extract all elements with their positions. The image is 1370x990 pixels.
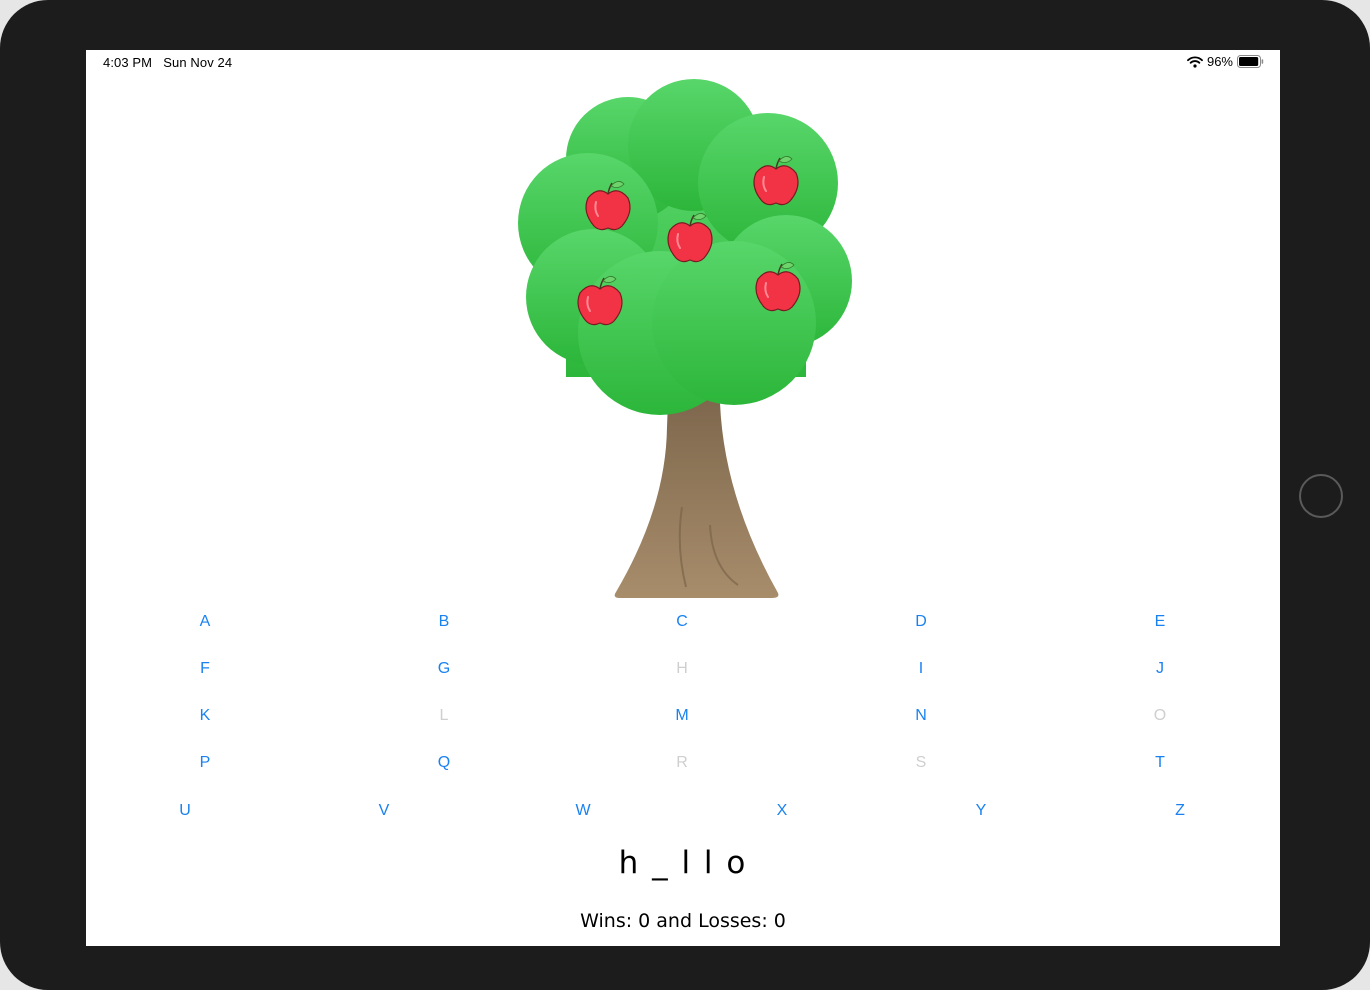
letter-button-k[interactable]: K bbox=[175, 701, 235, 731]
letter-button-r: R bbox=[652, 748, 712, 778]
letter-button-v[interactable]: V bbox=[354, 796, 414, 826]
letter-button-s: S bbox=[891, 748, 951, 778]
letter-button-f[interactable]: F bbox=[175, 654, 235, 684]
letter-button-t[interactable]: T bbox=[1130, 748, 1190, 778]
letter-button-y[interactable]: Y bbox=[951, 796, 1011, 826]
letter-button-p[interactable]: P bbox=[175, 748, 235, 778]
letter-button-b[interactable]: B bbox=[414, 607, 474, 637]
letter-button-j[interactable]: J bbox=[1130, 654, 1190, 684]
letter-button-e[interactable]: E bbox=[1130, 607, 1190, 637]
letter-button-i[interactable]: I bbox=[891, 654, 951, 684]
letter-button-c[interactable]: C bbox=[652, 607, 712, 637]
screen: 4:03 PM Sun Nov 24 96% A B C D E F G H I… bbox=[86, 50, 1280, 946]
letter-button-q[interactable]: Q bbox=[414, 748, 474, 778]
home-button[interactable] bbox=[1299, 474, 1343, 518]
letter-button-o: O bbox=[1130, 701, 1190, 731]
letter-button-m[interactable]: M bbox=[652, 701, 712, 731]
score-label: Wins: 0 and Losses: 0 bbox=[580, 910, 786, 932]
ipad-device: 4:03 PM Sun Nov 24 96% A B C D E F G H I… bbox=[0, 0, 1370, 990]
letter-button-a[interactable]: A bbox=[175, 607, 235, 637]
letter-button-z[interactable]: Z bbox=[1150, 796, 1210, 826]
letter-button-x[interactable]: X bbox=[752, 796, 812, 826]
letter-button-d[interactable]: D bbox=[891, 607, 951, 637]
letter-button-g[interactable]: G bbox=[414, 654, 474, 684]
letter-button-l: L bbox=[414, 701, 474, 731]
letter-button-u[interactable]: U bbox=[155, 796, 215, 826]
letter-button-n[interactable]: N bbox=[891, 701, 951, 731]
letter-keyboard: A B C D E F G H I J K L M N O P Q R S T U V W X Y Z bbox=[86, 50, 1280, 946]
letter-button-h: H bbox=[652, 654, 712, 684]
letter-button-w[interactable]: W bbox=[553, 796, 613, 826]
word-display: h _ l l o bbox=[618, 845, 748, 881]
